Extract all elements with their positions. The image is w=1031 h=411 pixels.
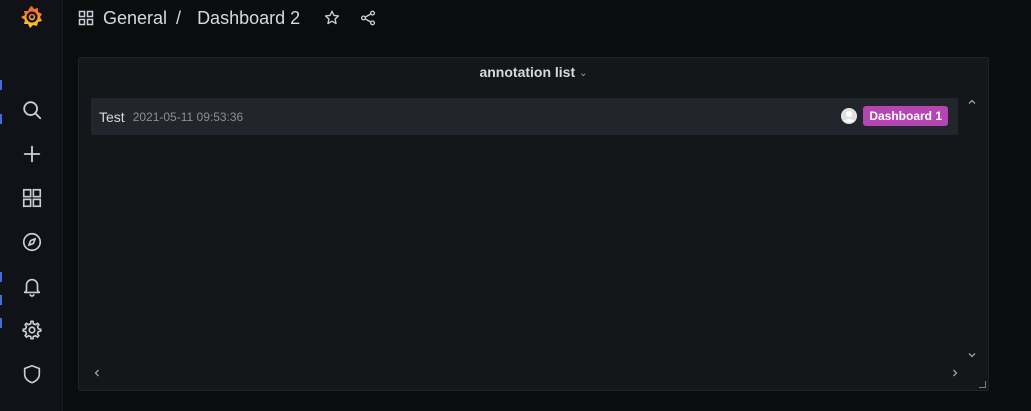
- annotation-time: 2021-05-11 09:53:36: [132, 109, 244, 124]
- panel-resize-handle[interactable]: [979, 381, 986, 388]
- sidebar: [0, 0, 63, 411]
- nav-marker: [0, 318, 2, 328]
- annotation-meta: Dashboard 1: [841, 106, 948, 126]
- annotation-tag[interactable]: Dashboard 1: [863, 106, 948, 126]
- share-icon[interactable]: [358, 8, 378, 28]
- dashboard-grid-icon: [78, 10, 94, 26]
- user-avatar-icon: [841, 108, 858, 124]
- scroll-right-icon[interactable]: [949, 367, 961, 379]
- dashboards-grid-icon[interactable]: [20, 186, 44, 210]
- scroll-left-icon[interactable]: [91, 367, 103, 379]
- scroll-up-icon[interactable]: [966, 96, 978, 108]
- nav-marker: [0, 272, 2, 282]
- annotation-item[interactable]: Test 2021-05-11 09:53:36 Dashboard 1: [91, 98, 958, 135]
- breadcrumb-folder[interactable]: General: [103, 8, 167, 29]
- star-icon[interactable]: [322, 8, 342, 28]
- breadcrumb-dashboard-title[interactable]: Dashboard 2: [197, 8, 300, 29]
- gear-icon[interactable]: [20, 318, 44, 342]
- annotation-list-panel: annotation list ⌄ Test 2021-05-11 09:53:3…: [78, 57, 989, 391]
- top-navbar: General / Dashboard 2: [62, 0, 1031, 40]
- nav-marker: [0, 80, 2, 90]
- breadcrumb: General / Dashboard 2: [78, 6, 300, 30]
- nav-marker: [0, 295, 2, 305]
- shield-icon[interactable]: [20, 362, 44, 386]
- dashboard-actions: [322, 8, 378, 28]
- compass-icon[interactable]: [20, 230, 44, 254]
- annotation-text[interactable]: Test: [99, 109, 125, 125]
- chevron-down-icon[interactable]: ⌄: [579, 68, 587, 79]
- plus-icon[interactable]: [20, 142, 44, 166]
- scroll-down-icon[interactable]: [966, 349, 978, 361]
- panel-title[interactable]: annotation list ⌄: [79, 64, 988, 80]
- nav-marker: [0, 114, 2, 124]
- grafana-logo-icon[interactable]: [19, 4, 45, 30]
- panel-title-text[interactable]: annotation list: [479, 64, 575, 80]
- bell-icon[interactable]: [20, 274, 44, 298]
- breadcrumb-separator: /: [176, 7, 182, 28]
- search-icon[interactable]: [20, 98, 44, 122]
